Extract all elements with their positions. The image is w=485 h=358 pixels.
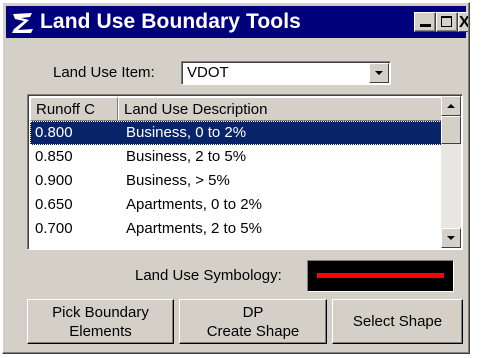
list-header: Runoff C Land Use Description	[30, 97, 442, 121]
description-cell: Business, 0 to 2%	[126, 124, 247, 141]
description-cell: Business, > 5%	[126, 172, 230, 189]
list-row[interactable]: 0.800 Business, 0 to 2%	[30, 121, 442, 145]
scroll-up-button[interactable]	[441, 96, 461, 116]
runoff-cell: 0.800	[35, 124, 73, 141]
column-header-description[interactable]: Land Use Description	[118, 97, 442, 121]
chevron-up-icon	[447, 104, 455, 108]
button-label-line1: DP	[242, 303, 264, 321]
symbology-swatch[interactable]	[307, 260, 454, 292]
land-use-list[interactable]: Runoff C Land Use Description 0.800 Busi…	[27, 94, 463, 250]
runoff-cell: 0.850	[35, 148, 73, 165]
list-row[interactable]: 0.900 Business, > 5%	[30, 169, 442, 193]
title-bar[interactable]: Land Use Boundary Tools X	[6, 6, 468, 38]
list-row[interactable]: 0.700 Apartments, 2 to 5%	[30, 217, 442, 241]
chevron-down-icon	[447, 236, 455, 240]
close-icon: X	[459, 14, 468, 31]
button-label-line1: Pick Boundary	[52, 303, 149, 321]
select-shape-button[interactable]: Select Shape	[332, 299, 463, 344]
create-shape-button[interactable]: DP Create Shape	[179, 299, 327, 344]
description-cell: Apartments, 2 to 5%	[126, 220, 262, 237]
scroll-thumb[interactable]	[441, 116, 461, 144]
runoff-cell: 0.900	[35, 172, 73, 189]
maximize-button[interactable]	[436, 12, 458, 32]
window-title: Land Use Boundary Tools	[40, 10, 301, 33]
app-logo-icon	[12, 13, 33, 33]
runoff-cell: 0.700	[35, 220, 73, 237]
land-use-boundary-tools-window: Land Use Boundary Tools X Land Use Item:…	[2, 2, 470, 354]
land-use-item-value: VDOT	[187, 64, 229, 81]
minimize-icon	[420, 24, 431, 27]
dropdown-button[interactable]	[369, 63, 389, 83]
maximize-icon	[441, 16, 452, 27]
minimize-button[interactable]	[414, 12, 436, 32]
button-label: Select Shape	[352, 313, 443, 330]
symbology-line-sample	[317, 273, 444, 278]
list-row[interactable]: 0.850 Business, 2 to 5%	[30, 145, 442, 169]
runoff-cell: 0.650	[35, 196, 73, 213]
symbology-label: Land Use Symbology:	[135, 267, 282, 284]
vertical-scrollbar[interactable]	[441, 96, 461, 248]
description-cell: Apartments, 0 to 2%	[126, 196, 262, 213]
pick-boundary-elements-button[interactable]: Pick Boundary Elements	[27, 299, 174, 344]
list-row[interactable]: 0.650 Apartments, 0 to 2%	[30, 193, 442, 217]
close-button[interactable]: X	[458, 12, 468, 32]
land-use-item-dropdown[interactable]: VDOT	[181, 61, 391, 85]
description-cell: Business, 2 to 5%	[126, 148, 247, 165]
button-label-line2: Create Shape	[206, 322, 300, 340]
land-use-item-label: Land Use Item:	[53, 64, 155, 81]
scroll-down-button[interactable]	[441, 228, 461, 248]
column-header-runoff[interactable]: Runoff C	[30, 97, 118, 121]
button-label-line2: Elements	[69, 322, 132, 340]
chevron-down-icon	[375, 71, 383, 75]
